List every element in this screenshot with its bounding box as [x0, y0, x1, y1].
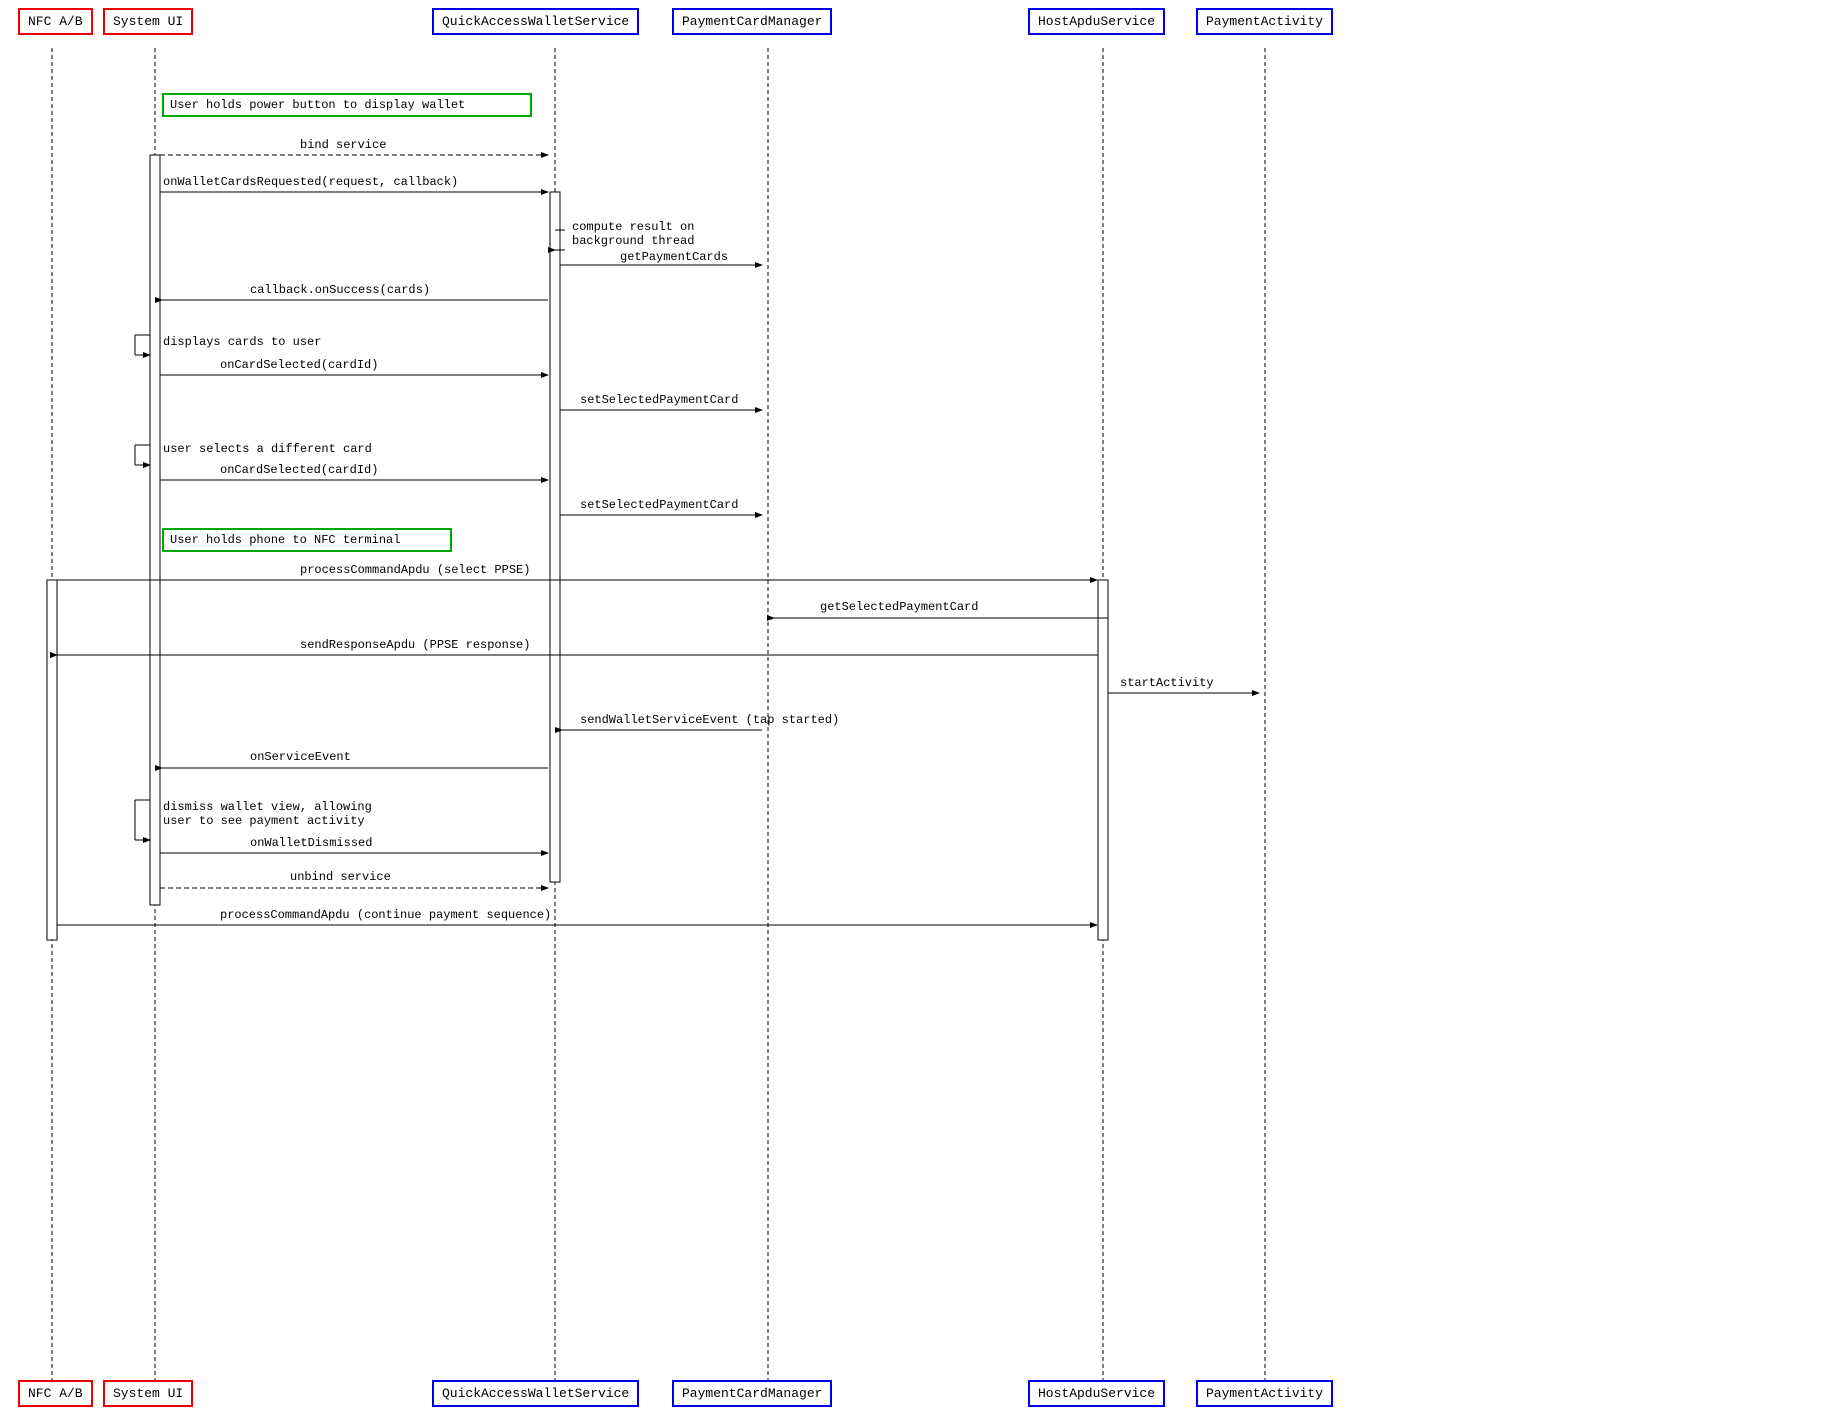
label-bind-service: bind service [300, 138, 386, 152]
label-displays-cards: displays cards to user [163, 335, 321, 349]
actor-nfc-bottom: NFC A/B [18, 1380, 93, 1407]
label-compute: compute result onbackground thread [572, 220, 694, 248]
label-getpaymentcards: getPaymentCards [620, 250, 728, 264]
actor-hapdu-top: HostApduService [1028, 8, 1165, 35]
label-processcommand-2: processCommandApdu (continue payment seq… [220, 908, 551, 922]
label-oncardselected-1: onCardSelected(cardId) [220, 358, 378, 372]
label-user-selects: user selects a different card [163, 442, 372, 456]
label-setselected-1: setSelectedPaymentCard [580, 393, 738, 407]
label-dismiss: dismiss wallet view, allowinguser to see… [163, 800, 372, 828]
actor-pcm-top: PaymentCardManager [672, 8, 832, 35]
actor-hapdu-bottom: HostApduService [1028, 1380, 1165, 1407]
label-startactivity: startActivity [1120, 676, 1214, 690]
actor-pa-top: PaymentActivity [1196, 8, 1333, 35]
actor-qaws-bottom: QuickAccessWalletService [432, 1380, 639, 1407]
label-sendwalletevent: sendWalletServiceEvent (tap started) [580, 713, 839, 727]
actor-nfc-top: NFC A/B [18, 8, 93, 35]
actor-sysui-top: System UI [103, 8, 193, 35]
label-sendresponse: sendResponseApdu (PPSE response) [300, 638, 530, 652]
actor-pa-bottom: PaymentActivity [1196, 1380, 1333, 1407]
actor-pcm-bottom: PaymentCardManager [672, 1380, 832, 1407]
note-nfc-terminal: User holds phone to NFC terminal [162, 528, 452, 552]
label-onserviceevent: onServiceEvent [250, 750, 351, 764]
label-setselected-2: setSelectedPaymentCard [580, 498, 738, 512]
label-getselected: getSelectedPaymentCard [820, 600, 978, 614]
actor-sysui-bottom: System UI [103, 1380, 193, 1407]
label-oncardselected-2: onCardSelected(cardId) [220, 463, 378, 477]
label-unbind: unbind service [290, 870, 391, 884]
label-onwalletcards: onWalletCardsRequested(request, callback… [163, 175, 458, 189]
actor-qaws-top: QuickAccessWalletService [432, 8, 639, 35]
label-callback-onsuccess: callback.onSuccess(cards) [250, 283, 430, 297]
label-processcommand-1: processCommandApdu (select PPSE) [300, 563, 530, 577]
note-power-button: User holds power button to display walle… [162, 93, 532, 117]
label-onwalletdismissed: onWalletDismissed [250, 836, 372, 850]
sequence-diagram: NFC A/B System UI QuickAccessWalletServi… [0, 0, 1845, 1424]
